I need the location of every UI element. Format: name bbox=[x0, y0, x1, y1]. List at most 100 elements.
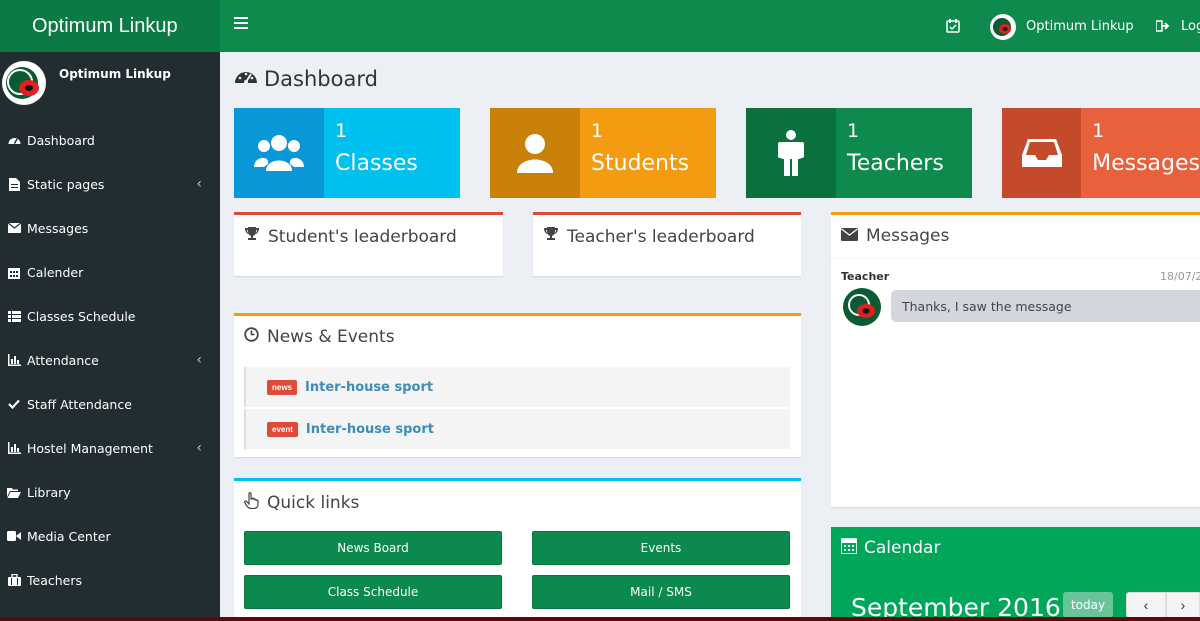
sidebar-item-media-center[interactable]: Media Center bbox=[0, 514, 220, 558]
sidebar-item-hostel-management[interactable]: Hostel Management ‹ bbox=[0, 426, 220, 470]
box-title: Teacher's leaderboard bbox=[567, 226, 755, 247]
sidebar-item-label: Hostel Management bbox=[27, 440, 153, 456]
today-button[interactable]: today bbox=[1063, 592, 1113, 618]
envelope-icon bbox=[841, 226, 858, 246]
stat-value: 1 bbox=[591, 120, 604, 142]
calendar-check-icon[interactable] bbox=[946, 19, 960, 38]
stat-box-classes[interactable]: 1 Classes bbox=[234, 108, 460, 198]
sidebar-item-attendance[interactable]: Attendance ‹ bbox=[0, 338, 220, 382]
sidebar-user-avatar bbox=[2, 60, 46, 106]
events-button[interactable]: Events bbox=[532, 531, 790, 565]
window-bottom-edge bbox=[0, 617, 1200, 621]
news-item[interactable]: event Inter-house sport bbox=[244, 409, 790, 449]
button-label: News Board bbox=[337, 541, 409, 555]
button-label: Mail / SMS bbox=[630, 585, 692, 599]
sidebar-item-label: Classes Schedule bbox=[27, 308, 136, 324]
event-link[interactable]: Inter-house sport bbox=[306, 422, 434, 437]
stat-box-messages[interactable]: 1 Messages bbox=[1002, 108, 1200, 198]
sidebar-item-calender[interactable]: Calender bbox=[0, 250, 220, 294]
sidebar-item-teachers[interactable]: Teachers bbox=[0, 558, 220, 602]
mail-sms-button[interactable]: Mail / SMS bbox=[532, 575, 790, 609]
logo-text: Optimum Linkup bbox=[32, 14, 178, 37]
news-link[interactable]: Inter-house sport bbox=[305, 380, 433, 395]
sidebar-item-label: Media Center bbox=[27, 528, 111, 544]
stat-value: 1 bbox=[847, 120, 860, 142]
app-logo[interactable]: Optimum Linkup bbox=[0, 0, 220, 52]
message-date: 18/07/2 bbox=[1160, 270, 1200, 283]
navbar-user-name[interactable]: Optimum Linkup bbox=[1026, 19, 1134, 34]
stat-value: 1 bbox=[335, 120, 348, 142]
user-icon bbox=[490, 108, 580, 198]
video-camera-icon bbox=[7, 529, 21, 543]
sidebar-item-label: Messages bbox=[27, 220, 89, 236]
sidebar-item-label: Teachers bbox=[27, 572, 82, 588]
quick-links-box: Quick links News Board Events Class Sche… bbox=[234, 478, 801, 621]
sidebar-item-static-pages[interactable]: Static pages ‹ bbox=[0, 162, 220, 206]
male-icon bbox=[746, 108, 836, 198]
briefcase-icon bbox=[7, 573, 21, 587]
message-bubble: Thanks, I saw the message bbox=[891, 290, 1200, 322]
box-title: Student's leaderboard bbox=[268, 226, 457, 247]
event-badge: event bbox=[267, 421, 298, 437]
sidebar: Optimum Linkup Dashboard Static pages ‹ … bbox=[0, 52, 220, 621]
next-month-button[interactable]: › bbox=[1166, 592, 1200, 618]
stat-label: Students bbox=[591, 151, 690, 176]
page-title: Dashboard bbox=[234, 66, 378, 92]
message-sender: Teacher bbox=[841, 270, 890, 283]
sidebar-item-label: Library bbox=[27, 484, 71, 500]
user-avatar[interactable] bbox=[990, 14, 1016, 40]
calendar-icon bbox=[840, 537, 858, 559]
stat-label: Teachers bbox=[847, 151, 944, 176]
message-avatar bbox=[843, 287, 881, 327]
stat-label: Classes bbox=[335, 151, 418, 176]
box-title: Messages bbox=[866, 226, 950, 246]
calendar-icon bbox=[7, 265, 21, 279]
check-icon bbox=[7, 397, 21, 411]
bar-chart-icon bbox=[7, 441, 21, 455]
button-label: Class Schedule bbox=[327, 585, 419, 599]
file-icon bbox=[7, 177, 21, 191]
sidebar-toggle-icon[interactable] bbox=[234, 16, 248, 34]
bar-chart-icon bbox=[7, 353, 21, 367]
top-navbar: Optimum Linkup Log bbox=[220, 0, 1200, 52]
chevron-left-icon: ‹ bbox=[196, 352, 202, 368]
page-title-text: Dashboard bbox=[264, 67, 378, 91]
button-label: Events bbox=[640, 541, 682, 555]
sidebar-item-messages[interactable]: Messages bbox=[0, 206, 220, 250]
news-badge: news bbox=[267, 379, 298, 395]
news-board-button[interactable]: News Board bbox=[244, 531, 502, 565]
hand-pointer-icon bbox=[244, 492, 259, 514]
prev-month-button[interactable]: ‹ bbox=[1126, 592, 1166, 618]
clock-icon bbox=[244, 327, 259, 347]
user-panel: Optimum Linkup bbox=[0, 52, 220, 118]
sidebar-item-staff-attendance[interactable]: Staff Attendance bbox=[0, 382, 220, 426]
logout-link[interactable]: Log bbox=[1181, 19, 1200, 34]
stat-label: Messages bbox=[1092, 151, 1200, 176]
sidebar-item-label: Staff Attendance bbox=[27, 396, 132, 412]
box-title: News & Events bbox=[267, 327, 395, 347]
student-leaderboard-box: Student's leaderboard bbox=[234, 212, 503, 276]
list-icon bbox=[7, 309, 21, 323]
messages-box: Messages Teacher 18/07/2 Thanks, I saw t… bbox=[831, 212, 1200, 507]
news-item[interactable]: news Inter-house sport bbox=[244, 367, 790, 407]
sidebar-item-dashboard[interactable]: Dashboard bbox=[0, 118, 220, 162]
chevron-left-icon: ‹ bbox=[196, 440, 202, 456]
news-events-box: News & Events news Inter-house sport eve… bbox=[234, 313, 801, 457]
sidebar-item-label: Static pages bbox=[27, 176, 105, 192]
dashboard-icon bbox=[7, 133, 21, 147]
teacher-leaderboard-box: Teacher's leaderboard bbox=[533, 212, 801, 276]
trophy-icon bbox=[543, 226, 559, 247]
sidebar-item-library[interactable]: Library bbox=[0, 470, 220, 514]
trophy-icon bbox=[244, 226, 260, 247]
stat-box-teachers[interactable]: 1 Teachers bbox=[746, 108, 972, 198]
sidebar-item-classes-schedule[interactable]: Classes Schedule bbox=[0, 294, 220, 338]
sign-out-icon[interactable] bbox=[1155, 19, 1170, 37]
stat-box-students[interactable]: 1 Students bbox=[490, 108, 716, 198]
envelope-icon bbox=[7, 221, 21, 235]
dashboard-icon bbox=[234, 66, 258, 92]
chevron-left-icon: ‹ bbox=[196, 176, 202, 192]
class-schedule-button[interactable]: Class Schedule bbox=[244, 575, 502, 609]
sidebar-user-name: Optimum Linkup bbox=[59, 67, 171, 81]
message-text: Thanks, I saw the message bbox=[902, 298, 1072, 314]
folder-open-icon bbox=[7, 485, 21, 499]
